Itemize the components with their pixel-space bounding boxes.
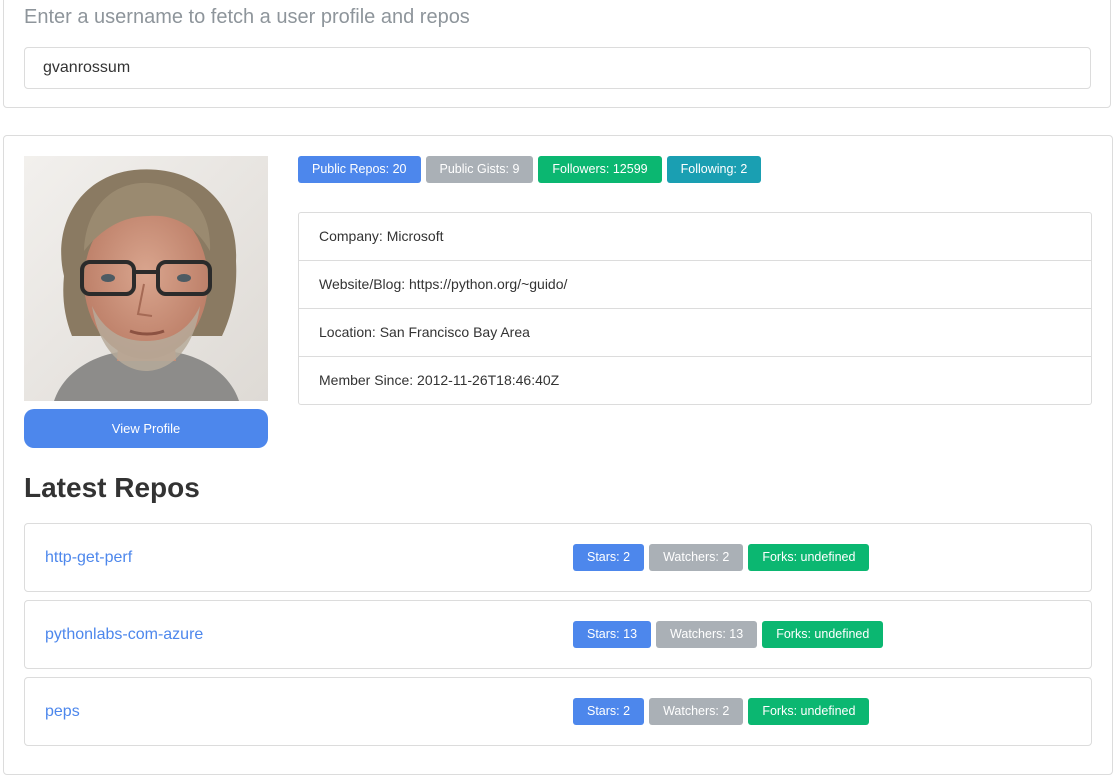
stars-badge: Stars: 13 xyxy=(573,621,652,648)
latest-repos-heading: Latest Repos xyxy=(24,472,200,503)
location-item: Location: San Francisco Bay Area xyxy=(299,309,1091,357)
following-badge: Following: 2 xyxy=(666,156,762,183)
view-profile-button[interactable]: View Profile xyxy=(24,409,268,448)
company-item: Company: Microsoft xyxy=(299,213,1091,261)
avatar xyxy=(24,156,268,401)
stars-badge: Stars: 2 xyxy=(573,544,645,571)
forks-badge: Forks: undefined xyxy=(748,698,870,725)
stars-badge: Stars: 2 xyxy=(573,698,645,725)
repo-link[interactable]: pythonlabs-com-azure xyxy=(45,601,203,668)
repo-card: peps Stars: 2 Watchers: 2 Forks: undefin… xyxy=(24,677,1092,746)
repo-card: pythonlabs-com-azure Stars: 13 Watchers:… xyxy=(24,600,1092,669)
watchers-badge: Watchers: 2 xyxy=(649,698,744,725)
followers-badge: Followers: 12599 xyxy=(538,156,662,183)
member-since-item: Member Since: 2012-11-26T18:46:40Z xyxy=(319,372,560,388)
forks-badge: Forks: undefined xyxy=(762,621,884,648)
repo-link[interactable]: peps xyxy=(45,678,80,745)
profile-card: View Profile Public Repos: 20 Public Gis… xyxy=(3,135,1113,775)
watchers-badge: Watchers: 2 xyxy=(649,544,744,571)
search-subtitle: Enter a username to fetch a user profile… xyxy=(24,6,470,28)
repo-badges: Stars: 2 Watchers: 2 Forks: undefined xyxy=(573,698,870,725)
profile-info-list: Company: Microsoft Website/Blog: https:/… xyxy=(298,212,1092,405)
forks-badge: Forks: undefined xyxy=(748,544,870,571)
repo-badges: Stars: 13 Watchers: 13 Forks: undefined xyxy=(573,621,884,648)
website-item: Website/Blog: https://python.org/~guido/ xyxy=(299,261,1091,309)
public-repos-badge: Public Repos: 20 xyxy=(298,156,421,183)
repo-link[interactable]: http-get-perf xyxy=(45,524,132,591)
username-search-input[interactable] xyxy=(24,47,1091,89)
public-gists-badge: Public Gists: 9 xyxy=(425,156,534,183)
search-card: Enter a username to fetch a user profile… xyxy=(3,0,1111,108)
repo-card: http-get-perf Stars: 2 Watchers: 2 Forks… xyxy=(24,523,1092,592)
repo-badges: Stars: 2 Watchers: 2 Forks: undefined xyxy=(573,544,870,571)
profile-stats-badges: Public Repos: 20 Public Gists: 9 Followe… xyxy=(298,156,762,183)
watchers-badge: Watchers: 13 xyxy=(656,621,758,648)
